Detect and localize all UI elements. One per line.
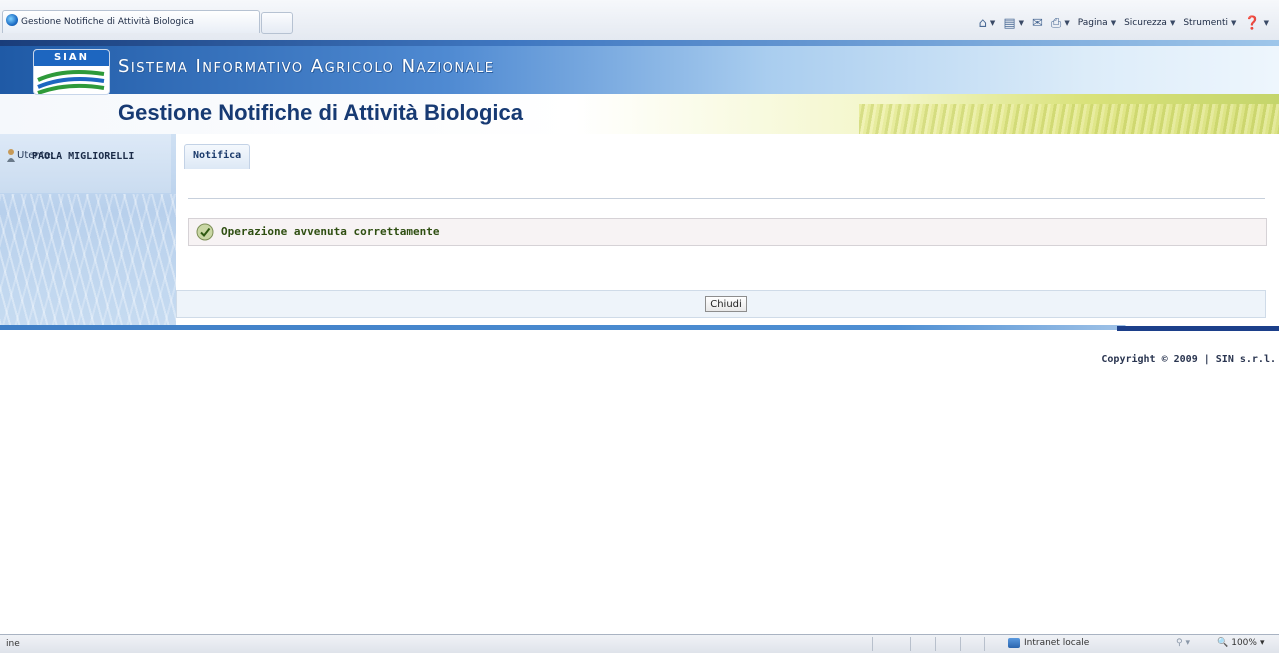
intranet-icon: [1008, 638, 1020, 648]
status-bar: ine Intranet locale ⚲ ▾ 🔍 100% ▾: [0, 634, 1279, 653]
zone-label: Intranet locale: [1024, 638, 1090, 648]
field-waves-icon: [37, 70, 105, 94]
home-icon: ⌂: [978, 15, 987, 31]
user-name: PAOLA MIGLIORELLI: [32, 151, 135, 162]
chevron-down-icon: ▾: [1185, 638, 1190, 648]
checkmark-icon: [196, 223, 214, 241]
page-menu[interactable]: Pagina ▼: [1078, 18, 1116, 28]
footer-line: [0, 325, 1279, 330]
help-icon: ❓: [1244, 15, 1261, 31]
status-text: ine: [6, 639, 20, 649]
new-tab-button[interactable]: [261, 12, 293, 34]
footer-accent: [1117, 326, 1279, 331]
feeds-icon: ▤: [1003, 15, 1016, 31]
success-message: Operazione avvenuta correttamente: [221, 225, 440, 238]
mail-icon: ✉: [1032, 15, 1043, 31]
page-menu-label: Pagina: [1077, 18, 1108, 28]
button-bar: Chiudi: [176, 290, 1266, 318]
user-icon: [7, 149, 15, 162]
sidebar-wheat-image: [0, 194, 176, 326]
print-button[interactable]: ⎙ ▼: [1051, 16, 1070, 31]
zoom-control[interactable]: 🔍 100% ▾: [1217, 638, 1264, 648]
zoom-level: 100%: [1231, 638, 1257, 648]
chevron-down-icon: ▼: [989, 19, 996, 27]
command-bar: ⌂ ▼ ▤ ▼ ✉ ⎙ ▼ Pagina ▼ Sicurezza ▼ Strumenti ▼…: [979, 14, 1269, 32]
browser-tab-title: Gestione Notifiche di Attività Biologica: [21, 17, 195, 27]
chevron-down-icon: ▼: [1263, 19, 1269, 27]
security-zone[interactable]: Intranet locale: [1008, 638, 1089, 648]
chevron-down-icon: ▼: [1064, 19, 1070, 27]
close-button[interactable]: Chiudi: [705, 296, 747, 312]
help-button[interactable]: ❓ ▼: [1244, 16, 1269, 31]
home-button[interactable]: ⌂ ▼: [979, 16, 996, 31]
security-menu-label: Sicurezza: [1124, 18, 1167, 28]
printer-icon: ⎙: [1050, 15, 1062, 31]
divider: [188, 198, 1265, 199]
sidebar: Utente: PAOLA MIGLIORELLI: [0, 134, 176, 326]
feeds-button[interactable]: ▤ ▼: [1003, 16, 1024, 31]
header-top-line: [0, 40, 1279, 46]
success-message-box: Operazione avvenuta correttamente: [188, 218, 1267, 246]
chevron-down-icon: ▾: [1259, 638, 1265, 648]
page-title: Gestione Notifiche di Attività Biologica: [118, 100, 524, 125]
mail-button[interactable]: ✉: [1032, 16, 1043, 31]
status-separator: [984, 637, 985, 651]
status-separator: [872, 637, 873, 651]
chevron-down-icon: ▼: [1231, 19, 1237, 27]
security-menu[interactable]: Sicurezza ▼: [1124, 18, 1175, 28]
browser-toolbar: Gestione Notifiche di Attività Biologica…: [0, 0, 1279, 41]
chevron-down-icon: ▼: [1018, 19, 1024, 27]
wheat-field-image: [859, 104, 1279, 134]
protected-mode-icon: ⚲: [1176, 638, 1183, 648]
tools-menu-label: Strumenti: [1183, 18, 1229, 28]
tab-notifica[interactable]: Notifica: [184, 144, 251, 169]
logo-text: SIAN: [34, 50, 109, 66]
status-separator: [935, 637, 936, 651]
chevron-down-icon: ▼: [1110, 19, 1117, 27]
status-separator: [910, 637, 911, 651]
main-content: Notifica Operazione avvenuta correttamen…: [176, 134, 1279, 326]
system-title: Sistema Informativo Agricolo Nazionale: [118, 56, 495, 77]
zoom-icon: 🔍: [1217, 638, 1229, 648]
ie-page-icon: [6, 14, 18, 26]
browser-tab[interactable]: Gestione Notifiche di Attività Biologica: [2, 10, 260, 33]
chevron-down-icon: ▼: [1169, 19, 1176, 27]
tools-menu[interactable]: Strumenti ▼: [1183, 18, 1236, 28]
status-separator: [960, 637, 961, 651]
protected-mode-button[interactable]: ⚲ ▾: [1176, 638, 1190, 648]
copyright: Copyright © 2009 | SIN s.r.l.: [1101, 354, 1276, 365]
sian-logo: SIAN: [33, 49, 110, 95]
